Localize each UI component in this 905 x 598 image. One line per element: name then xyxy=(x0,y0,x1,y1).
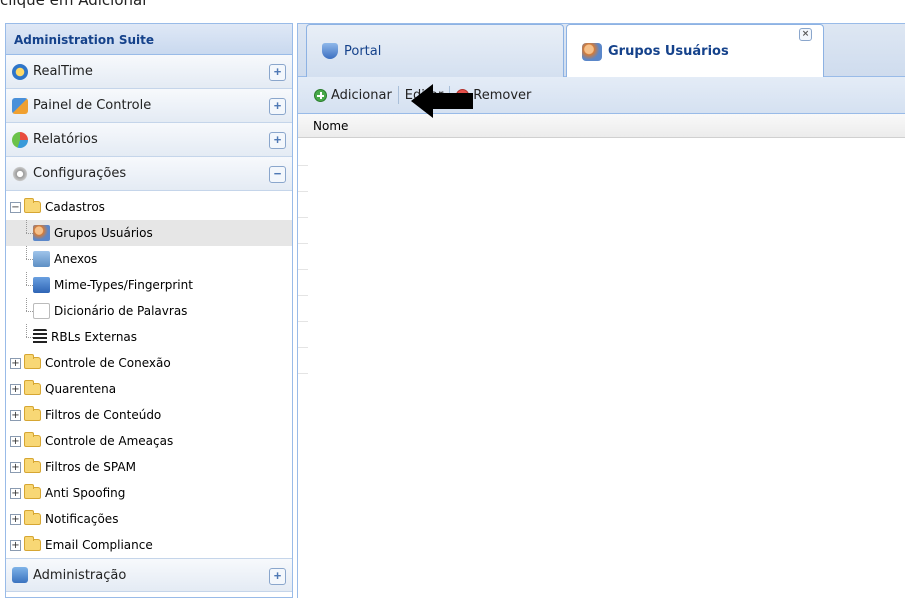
tree-node-label: Mime-Types/Fingerprint xyxy=(54,278,193,292)
tree-folder-cadastros[interactable]: − Cadastros xyxy=(6,194,292,220)
tree-item-grupos-usuarios[interactable]: Grupos Usuários xyxy=(6,220,292,246)
expand-node-icon[interactable]: + xyxy=(10,513,21,525)
portal-shield-icon xyxy=(322,43,338,59)
folder-icon xyxy=(24,380,41,395)
section-configuracoes[interactable]: Configurações − xyxy=(6,157,292,191)
folder-icon xyxy=(24,536,41,551)
tab-strip: Portal Grupos Usuários × xyxy=(298,24,905,78)
instruction-caption: clique em Adicionar xyxy=(0,0,149,9)
section-realtime[interactable]: RealTime + xyxy=(6,55,292,89)
pointer-arrow-icon xyxy=(411,84,473,118)
tree-folder-filtros-spam[interactable]: + Filtros de SPAM xyxy=(6,454,292,480)
tree-folder-anti-spoofing[interactable]: + Anti Spoofing xyxy=(6,480,292,506)
folder-icon xyxy=(24,484,41,499)
section-painel-de-controle[interactable]: Painel de Controle + xyxy=(6,89,292,123)
tree-folder-controle-conexao[interactable]: + Controle de Conexão xyxy=(6,350,292,376)
tab-label: Grupos Usuários xyxy=(608,44,729,59)
tab-grupos-usuarios[interactable]: Grupos Usuários × xyxy=(566,24,824,78)
tree-item-rbls-externas[interactable]: RBLs Externas xyxy=(6,324,292,350)
grid-toolbar: Adicionar Editar Remover xyxy=(298,77,905,114)
collapse-node-icon[interactable]: − xyxy=(10,201,21,213)
expand-node-icon[interactable]: + xyxy=(10,461,21,473)
tree-node-label: Quarentena xyxy=(45,382,117,396)
tree-node-label: Email Compliance xyxy=(45,538,153,552)
section-label: Relatórios xyxy=(33,132,98,147)
tree-node-label: Notificações xyxy=(45,512,119,526)
tree-node-label: Dicionário de Palavras xyxy=(54,304,188,318)
tab-portal[interactable]: Portal xyxy=(306,24,564,77)
section-label: Administração xyxy=(33,567,127,583)
folder-open-icon xyxy=(24,198,41,213)
grid-column-header-nome[interactable]: Nome xyxy=(298,114,905,138)
folder-icon xyxy=(24,458,41,473)
tree-node-label: Controle de Ameaças xyxy=(45,434,174,448)
user-groups-icon xyxy=(582,42,602,61)
folder-icon xyxy=(24,354,41,369)
folder-icon xyxy=(24,432,41,447)
section-label: Configurações xyxy=(33,166,127,181)
settings-gears-icon xyxy=(12,165,28,182)
mime-types-icon xyxy=(33,277,50,293)
remove-button-label: Remover xyxy=(473,87,532,103)
tree-folder-quarentena[interactable]: + Quarentena xyxy=(6,376,292,402)
expand-node-icon[interactable]: + xyxy=(10,487,21,499)
expand-node-icon[interactable]: + xyxy=(10,539,21,551)
tab-label: Portal xyxy=(344,43,382,59)
main-content-panel: Portal Grupos Usuários × Adicionar Edita… xyxy=(297,23,905,598)
admin-panel-title: Administration Suite xyxy=(6,24,292,55)
close-tab-icon[interactable]: × xyxy=(799,28,812,41)
add-circle-icon xyxy=(314,88,327,102)
realtime-clock-icon xyxy=(12,63,28,80)
tree-node-label: Controle de Conexão xyxy=(45,356,171,370)
configuration-tree: − Cadastros Grupos Usuários Anexos Mime-… xyxy=(6,191,292,558)
folder-icon xyxy=(24,406,41,421)
administration-icon xyxy=(12,567,28,583)
reports-pie-icon xyxy=(12,131,28,148)
tree-node-label: Cadastros xyxy=(45,200,105,214)
expand-button[interactable]: + xyxy=(269,98,286,115)
tree-item-mime-types[interactable]: Mime-Types/Fingerprint xyxy=(6,272,292,298)
tree-node-label: Filtros de Conteúdo xyxy=(45,408,162,422)
expand-button[interactable]: + xyxy=(269,64,286,81)
user-groups-icon xyxy=(33,225,50,241)
tree-folder-controle-ameacas[interactable]: + Controle de Ameaças xyxy=(6,428,292,454)
expand-node-icon[interactable]: + xyxy=(10,383,21,395)
expand-node-icon[interactable]: + xyxy=(10,435,21,447)
tree-folder-notificacoes[interactable]: + Notificações xyxy=(6,506,292,532)
add-button[interactable]: Adicionar xyxy=(314,88,392,103)
tree-folder-filtros-conteudo[interactable]: + Filtros de Conteúdo xyxy=(6,402,292,428)
tree-node-label: Grupos Usuários xyxy=(54,226,153,240)
tree-item-anexos[interactable]: Anexos xyxy=(6,246,292,272)
section-administracao[interactable]: Administração + xyxy=(6,558,292,592)
expand-node-icon[interactable]: + xyxy=(10,409,21,421)
toolbar-separator xyxy=(397,86,399,104)
section-label: RealTime xyxy=(33,64,93,79)
expand-button[interactable]: + xyxy=(269,568,286,585)
tree-node-label: RBLs Externas xyxy=(51,330,138,344)
attachments-icon xyxy=(33,251,50,267)
grid-row-lines xyxy=(298,140,308,374)
tree-node-label: Anti Spoofing xyxy=(45,486,126,500)
tree-item-dicionario[interactable]: Dicionário de Palavras xyxy=(6,298,292,324)
control-panel-icon xyxy=(12,97,28,114)
dictionary-icon xyxy=(33,303,50,319)
tree-folder-email-compliance[interactable]: + Email Compliance xyxy=(6,532,292,558)
tree-node-label: Filtros de SPAM xyxy=(45,460,136,474)
tree-node-label: Anexos xyxy=(54,252,98,266)
section-label: Painel de Controle xyxy=(33,98,152,113)
folder-icon xyxy=(24,510,41,525)
section-relatorios[interactable]: Relatórios + xyxy=(6,123,292,157)
collapse-button[interactable]: − xyxy=(269,166,286,183)
expand-button[interactable]: + xyxy=(269,132,286,149)
rbl-list-icon xyxy=(33,329,47,345)
administration-panel: Administration Suite RealTime + Painel d… xyxy=(5,23,293,598)
add-button-label: Adicionar xyxy=(331,87,392,103)
expand-node-icon[interactable]: + xyxy=(10,357,21,369)
